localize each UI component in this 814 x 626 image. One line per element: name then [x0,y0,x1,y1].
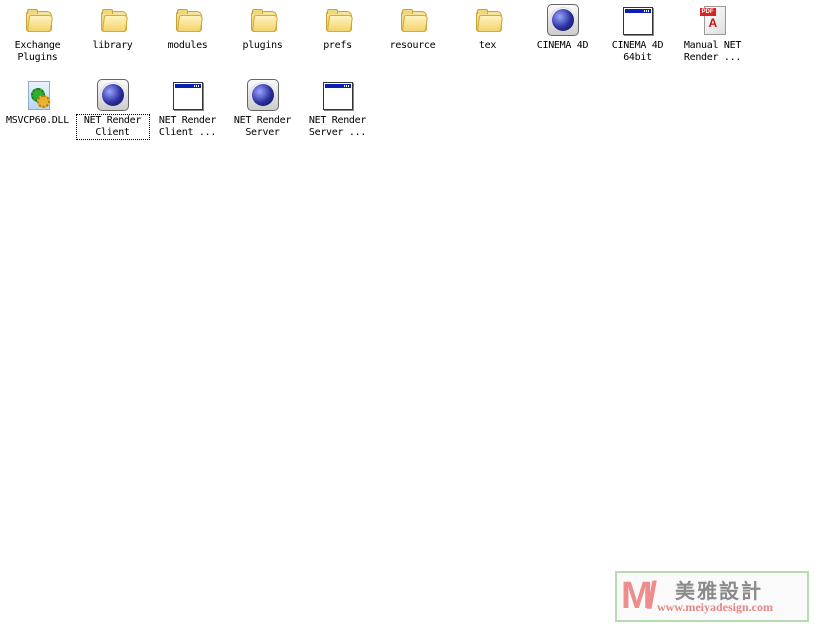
desktop-item[interactable]: resource [375,4,450,79]
desktop-item-label: NET Render Client ... [158,115,217,138]
desktop-item-label: Manual NET Render ... [683,40,742,63]
folder-icon [97,4,129,36]
desktop-item[interactable]: plugins [225,4,300,79]
application-icon [322,79,354,111]
desktop-item-label: CINEMA 4D [536,40,589,51]
folder-icon [172,4,204,36]
folder-icon [322,4,354,36]
desktop-item-label: NET Render Server [233,115,292,138]
desktop-item-label: CINEMA 4D 64bit [611,40,664,63]
desktop-item[interactable]: prefs [300,4,375,79]
folder-icon [247,4,279,36]
desktop-item-label: plugins [242,40,283,51]
desktop-item[interactable]: NET Render Server ... [300,79,375,154]
desktop-item[interactable]: NET Render Client ... [150,79,225,154]
desktop-item[interactable]: library [75,4,150,79]
folder-icon [472,4,504,36]
watermark-logo: M/ 美雅設計 www.meiyadesign.com [615,571,809,622]
desktop-item-label: MSVCP60.DLL [6,115,69,126]
cinema4d-icon [96,79,129,111]
folder-icon [397,4,429,36]
desktop-item-label: NET Render Server ... [308,115,367,138]
desktop-item-label: library [92,40,133,51]
desktop-item-label: prefs [323,40,352,51]
application-icon [622,4,654,36]
desktop-item[interactable]: Exchange Plugins [0,4,75,79]
file-icon-view: Exchange Plugins library modules plugins pre… [0,4,750,154]
desktop-item-label: NET Render Client [75,114,150,140]
desktop-item[interactable]: CINEMA 4D 64bit [600,4,675,79]
cinema4d-icon [246,79,279,111]
desktop-item[interactable]: CINEMA 4D [525,4,600,79]
desktop-item[interactable]: PDF A Manual NET Render ... [675,4,750,79]
desktop-item-label: tex [478,40,497,51]
desktop-item-label: resource [389,40,436,51]
desktop-item[interactable]: tex [450,4,525,79]
desktop-item-label: modules [167,40,208,51]
application-icon [172,79,204,111]
desktop-item[interactable]: NET Render Client [75,79,150,154]
desktop-item[interactable]: modules [150,4,225,79]
desktop-item[interactable]: MSVCP60.DLL [0,79,75,154]
desktop-item[interactable]: NET Render Server [225,79,300,154]
folder-icon [22,4,54,36]
dll-icon [22,79,54,111]
pdf-icon: PDF A [697,4,729,36]
desktop-item-label: Exchange Plugins [14,40,61,63]
cinema4d-icon [546,4,579,36]
